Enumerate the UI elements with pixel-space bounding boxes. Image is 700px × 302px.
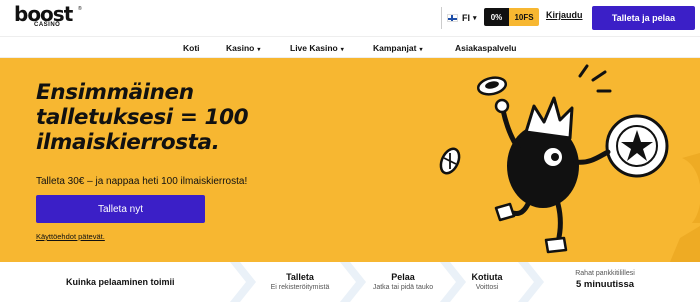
nav-item-customer-service[interactable]: Asiakaspalvelu [455,43,516,53]
payout-value: 5 minuutissa [575,279,635,290]
nav-item-casino[interactable]: Kasino ▾ [226,43,260,53]
nav-item-home[interactable]: Koti [183,43,200,53]
step-divider-chevron [340,262,366,302]
step-subtitle: Voittosi [475,284,499,291]
step-title: Kotiuta [471,272,503,282]
logo-subtitle: CASINO [34,22,61,28]
nav-item-live-casino[interactable]: Live Kasino ▾ [290,43,344,53]
hero-subtitle: Talleta 30€ – ja nappaa heti 100 ilmaisk… [36,176,248,187]
coin-icon [605,114,669,178]
language-code: FI [462,13,470,23]
mascot-character [494,96,611,254]
hero-title-line: talletuksesi = 100 [36,105,249,130]
excitement-lines [578,64,612,93]
step-title: Pelaa [391,272,415,282]
login-link[interactable]: Kirjaudu [546,10,583,20]
coin-icon [476,76,508,96]
nav-item-label: Live Kasino [290,43,338,53]
how-to-play-heading: Kuinka pelaaminen toimii [66,277,175,287]
step-subtitle: Jatka tai pidä tauko [372,284,434,291]
terms-link[interactable]: Käyttöehdot pätevät. [36,232,105,241]
nav-item-label: Asiakaspalvelu [455,43,517,53]
boost-casino-logo[interactable]: boost ® CASINO [14,4,84,32]
balance-free-spins: 10FS [509,8,539,26]
step-title: Talleta [286,272,314,282]
step-divider-chevron [518,262,544,302]
deposit-now-button[interactable]: Talleta nyt [36,195,205,223]
nav-item-label: Kampanjat [373,43,417,53]
chevron-down-icon: ▾ [340,47,344,53]
balance-widget[interactable]: 0% 10FS [484,8,539,26]
boost-mascot-illustration [439,64,700,262]
how-to-play-strip: Kuinka pelaaminen toimii Talleta Ei reki… [0,262,700,302]
chevron-down-icon: ▾ [257,47,261,53]
hero-title: Ensimmäinen talletuksesi = 100 ilmaiskie… [36,80,256,155]
nav-item-label: Kasino [226,43,255,53]
nav-item-label: Koti [183,43,200,53]
deposit-and-play-button[interactable]: Talleta ja pelaa [592,6,695,30]
payout-info: Rahat pankkitilillesi 5 minuutissa [560,270,650,290]
step-deposit: Talleta Ei rekisteröitymistä [262,272,338,291]
step-divider-chevron [230,262,256,302]
payout-label: Rahat pankkitilillesi [575,270,635,277]
step-subtitle: Ei rekisteröitymistä [270,284,330,291]
language-selector[interactable]: FI ▾ [441,7,479,29]
finland-flag-icon [447,14,458,22]
chevron-down-icon: ▾ [473,15,477,22]
coin-icon [439,147,461,175]
logo-registered-mark: ® [78,6,82,12]
main-nav: Koti Kasino ▾ Live Kasino ▾ Kampanjat ▾ Asi… [0,36,700,58]
hero-banner: Ensimmäinen talletuksesi = 100 ilmaiskie… [0,58,700,262]
hero-title-line: ilmaiskierrosta. [36,130,220,155]
chevron-down-icon: ▾ [419,47,423,53]
step-play: Pelaa Jatka tai pidä tauko [365,272,441,291]
logo-wordmark: boost [14,2,73,26]
balance-money: 0% [484,8,509,26]
nav-item-promotions[interactable]: Kampanjat ▾ [373,43,422,53]
top-bar: boost ® CASINO FI ▾ 0% 10FS Kirjaudu Tal… [0,0,700,36]
step-withdraw: Kotiuta Voittosi [456,272,518,291]
hero-title-line: Ensimmäinen [36,80,194,105]
